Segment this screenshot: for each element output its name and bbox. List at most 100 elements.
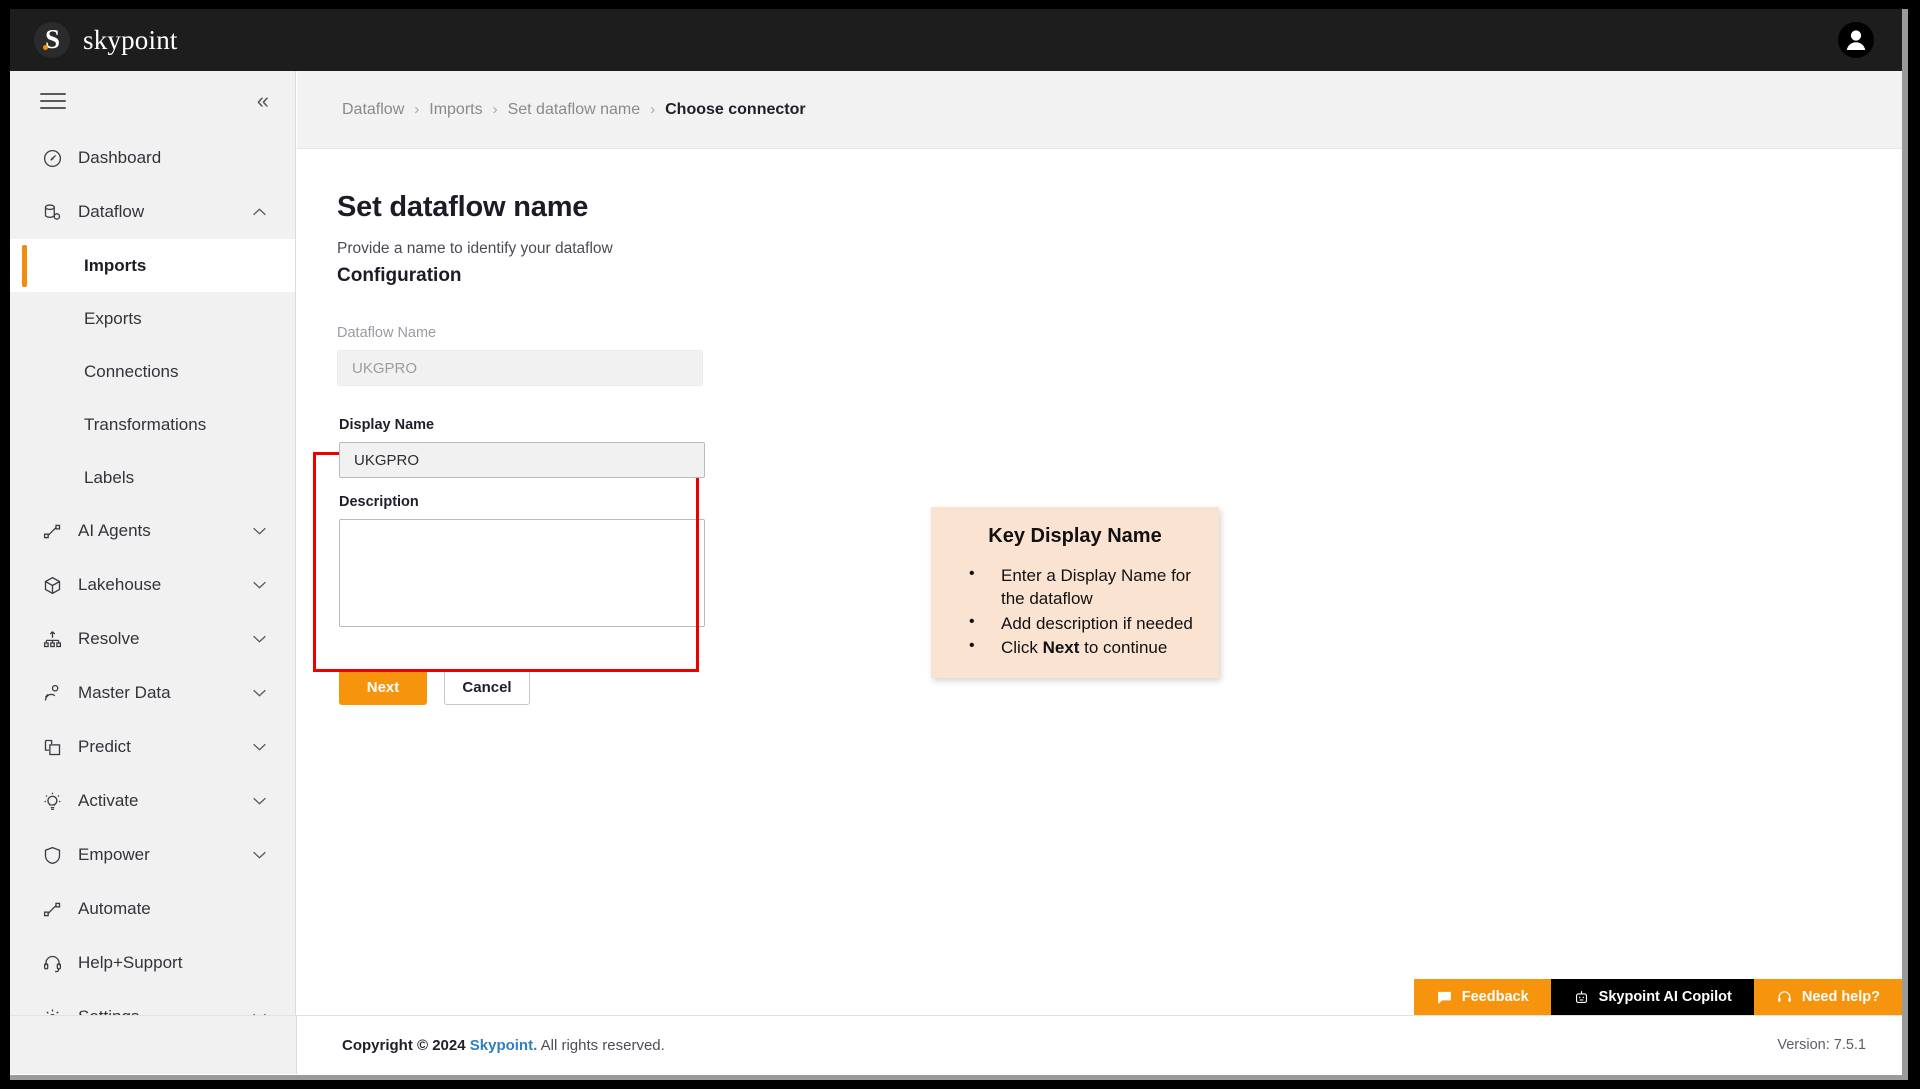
chevron-down-icon — [252, 851, 267, 860]
display-name-label: Display Name — [339, 417, 435, 433]
sidebar-item-connections[interactable]: Connections — [10, 345, 295, 398]
sidebar-subitem-label: Transformations — [84, 414, 207, 434]
headset-icon — [40, 951, 64, 975]
brand-dot-icon — [43, 45, 48, 50]
user-avatar[interactable] — [1838, 22, 1874, 58]
dataflow-icon — [40, 200, 64, 224]
callout-bullet-list: Enter a Display Name for the dataflow Ad… — [947, 563, 1203, 659]
lakehouse-icon — [40, 573, 64, 597]
hamburger-menu-icon[interactable] — [40, 93, 66, 109]
sidebar-item-master-data[interactable]: Master Data — [10, 666, 295, 720]
sidebar-item-settings[interactable]: Settings — [10, 990, 295, 1015]
description-textarea[interactable] — [339, 519, 705, 627]
callout-bullet-text: Enter a Display Name for the dataflow — [1001, 566, 1191, 609]
key-display-name-callout: Key Display Name Enter a Display Name fo… — [931, 507, 1219, 678]
sidebar-item-predict[interactable]: Predict — [10, 720, 295, 774]
help-bar: Feedback Skypoint AI Copilot Need help? — [1413, 979, 1902, 1015]
sidebar-header: « — [10, 71, 295, 131]
content-area: Dataflow › Imports › Set dataflow name ›… — [297, 71, 1902, 1015]
version-label: Version: 7.5.1 — [1777, 1037, 1866, 1053]
callout-bullet: Click Next to continue — [947, 635, 1203, 659]
skypoint-ai-copilot-button[interactable]: Skypoint AI Copilot — [1550, 979, 1754, 1015]
next-button[interactable]: Next — [339, 669, 427, 705]
brand-name: skypoint — [83, 24, 178, 55]
sidebar-subitem-imports-wrap: Imports — [10, 239, 295, 292]
chevron-up-icon — [252, 208, 267, 217]
footer-sidebar-pad — [10, 1015, 297, 1074]
top-bar: S skypoint — [10, 9, 1902, 71]
app-window: S skypoint « Dashboard Dataflow Imports … — [10, 9, 1908, 1080]
sidebar-item-resolve[interactable]: Resolve — [10, 612, 295, 666]
copyright-post: All rights reserved. — [537, 1036, 665, 1054]
sidebar-item-label: Master Data — [78, 683, 171, 702]
skypoint-mark-icon: S — [34, 22, 70, 58]
activate-icon — [40, 789, 64, 813]
sidebar-subitem-label: Labels — [84, 467, 135, 487]
master-data-icon — [40, 681, 64, 705]
sidebar-item-help-support[interactable]: Help+Support — [10, 936, 295, 990]
dataflow-name-input[interactable] — [337, 350, 703, 386]
sidebar-subitem-label: Exports — [84, 308, 142, 328]
sidebar-item-automate[interactable]: Automate — [10, 882, 295, 936]
sidebar-item-dashboard[interactable]: Dashboard — [10, 131, 295, 185]
sidebar-item-label: Dashboard — [78, 148, 162, 167]
sidebar-item-imports[interactable]: Imports — [10, 239, 295, 292]
breadcrumb-separator-icon: › — [650, 101, 656, 118]
dashboard-icon — [40, 146, 64, 170]
sidebar-subitem-label: Imports — [84, 255, 147, 275]
callout-bullet-text: to continue — [1079, 637, 1168, 657]
footer: Copyright © 2024 Skypoint. All rights re… — [297, 1015, 1902, 1074]
breadcrumb-separator-icon: › — [414, 101, 420, 118]
sidebar-item-label: Activate — [78, 791, 139, 810]
feedback-button[interactable]: Feedback — [1413, 979, 1551, 1015]
dataflow-name-field-group: Dataflow Name — [337, 325, 1902, 386]
sidebar-item-label: Lakehouse — [78, 575, 162, 594]
skypoint-link[interactable]: Skypoint. — [470, 1037, 538, 1054]
sidebar-item-label: Empower — [78, 845, 150, 864]
sidebar-item-labels[interactable]: Labels — [10, 451, 295, 504]
display-name-input[interactable] — [339, 442, 705, 478]
collapse-sidebar-button[interactable]: « — [257, 90, 269, 112]
breadcrumb-item-choose-connector: Choose connector — [665, 100, 806, 118]
main-panel: Set dataflow name Provide a name to iden… — [297, 149, 1902, 1015]
callout-bullet: Enter a Display Name for the dataflow — [947, 563, 1203, 611]
chevron-down-icon — [252, 527, 267, 536]
comment-icon — [1437, 991, 1451, 1004]
resolve-icon — [40, 627, 64, 651]
sidebar-item-ai-agents[interactable]: AI Agents — [10, 504, 295, 558]
copyright-text: Copyright © 2024 Skypoint. All rights re… — [342, 1037, 665, 1054]
copyright-pre: Copyright © 2024 — [342, 1036, 470, 1054]
breadcrumb-item-dataflow[interactable]: Dataflow — [342, 101, 404, 119]
sidebar-item-transformations[interactable]: Transformations — [10, 398, 295, 451]
need-help-button[interactable]: Need help? — [1753, 979, 1902, 1015]
breadcrumb-item-imports[interactable]: Imports — [429, 101, 482, 119]
sidebar-item-empower[interactable]: Empower — [10, 828, 295, 882]
breadcrumb-item-set-dataflow-name[interactable]: Set dataflow name — [508, 101, 641, 119]
sidebar-item-activate[interactable]: Activate — [10, 774, 295, 828]
sidebar-item-label: Automate — [78, 899, 151, 918]
person-icon — [1846, 30, 1866, 50]
sidebar-item-label: Help+Support — [78, 953, 183, 972]
page-title: Set dataflow name — [337, 191, 589, 223]
chevron-down-icon — [252, 797, 267, 806]
sidebar-item-exports[interactable]: Exports — [10, 292, 295, 345]
sidebar-item-label: Settings — [78, 1007, 139, 1015]
need-help-label: Need help? — [1801, 989, 1880, 1005]
sidebar-item-label: Resolve — [78, 629, 140, 648]
breadcrumb: Dataflow › Imports › Set dataflow name ›… — [297, 71, 1902, 149]
callout-bullet-text: Add description if needed — [1001, 613, 1193, 633]
sidebar-item-dataflow[interactable]: Dataflow — [10, 185, 295, 239]
callout-title: Key Display Name — [988, 525, 1162, 547]
feedback-label: Feedback — [1461, 989, 1529, 1005]
callout-bullet: Add description if needed — [947, 611, 1203, 635]
sidebar-subitem-label: Connections — [84, 361, 179, 381]
sidebar-item-lakehouse[interactable]: Lakehouse — [10, 558, 295, 612]
automate-icon — [40, 897, 64, 921]
page-subtitle: Provide a name to identify your dataflow — [337, 240, 613, 257]
predict-icon — [40, 735, 64, 759]
cancel-button[interactable]: Cancel — [444, 669, 530, 705]
display-name-field-group: Display Name — [337, 417, 1902, 478]
gear-icon — [40, 1005, 64, 1015]
ai-agents-icon — [40, 519, 64, 543]
brand-logo[interactable]: S skypoint — [34, 22, 178, 58]
